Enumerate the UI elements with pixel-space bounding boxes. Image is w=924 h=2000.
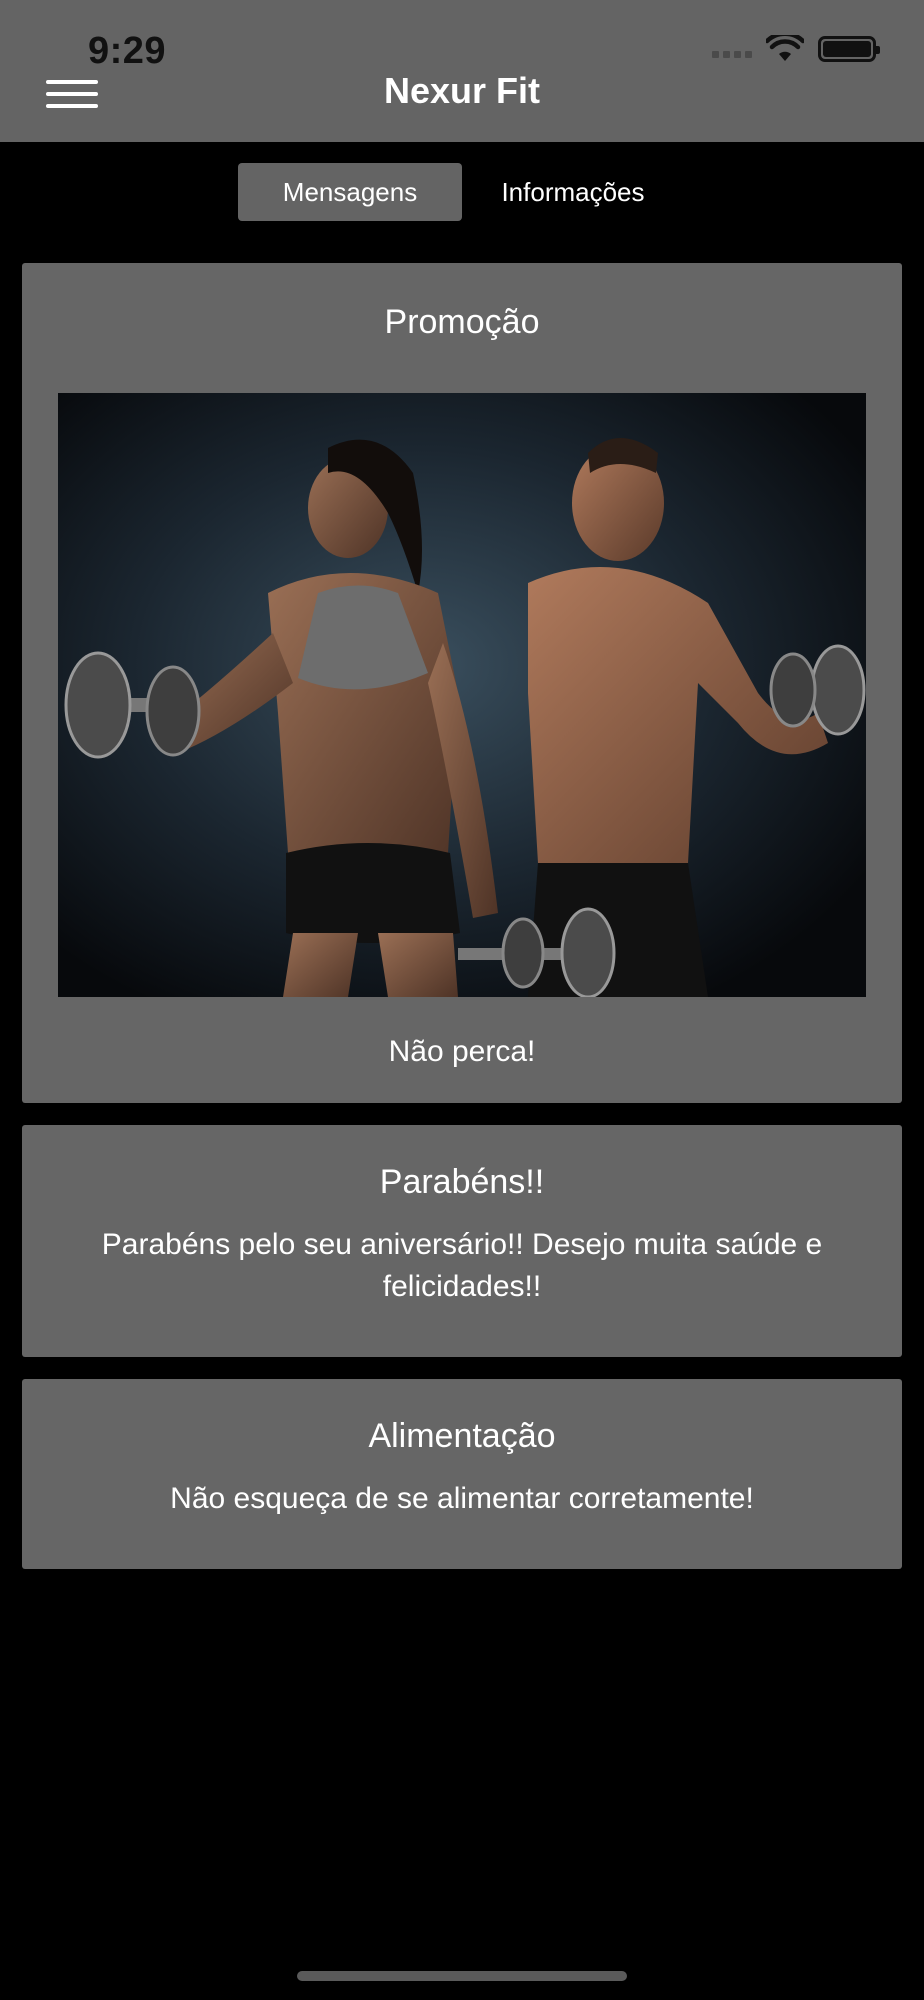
segmented-tabs: Mensagens Informações — [238, 163, 684, 221]
message-title: Alimentação — [368, 1417, 556, 1455]
message-body: Não esqueça de se alimentar corretamente… — [170, 1482, 754, 1515]
tab-mensagens[interactable]: Mensagens — [238, 163, 462, 221]
message-card-promocao[interactable]: Promoção Não perca! — [22, 263, 902, 1103]
message-body: Não perca! — [388, 1035, 536, 1068]
status-icons — [712, 34, 880, 64]
wifi-icon — [766, 35, 804, 61]
cellular-signal-icon — [712, 40, 752, 58]
message-title: Promoção — [384, 303, 540, 341]
message-card-alimentacao[interactable]: Alimentação Não esqueça de se alimentar … — [22, 1379, 902, 1569]
message-card-parabens[interactable]: Parabéns!! Parabéns pelo seu aniversário… — [22, 1125, 902, 1357]
tab-informacoes[interactable]: Informações — [462, 163, 684, 221]
home-indicator[interactable] — [297, 1971, 627, 1981]
page-title: Nexur Fit — [383, 70, 541, 111]
message-body: Parabéns pelo seu aniversário!! Desejo m… — [101, 1228, 823, 1303]
navigation-bar: 9:29 Nexur Fit — [0, 0, 924, 142]
promo-image — [58, 393, 866, 997]
status-time: 9:29 — [88, 30, 167, 72]
message-title: Parabéns!! — [379, 1163, 545, 1201]
battery-icon — [818, 36, 880, 62]
